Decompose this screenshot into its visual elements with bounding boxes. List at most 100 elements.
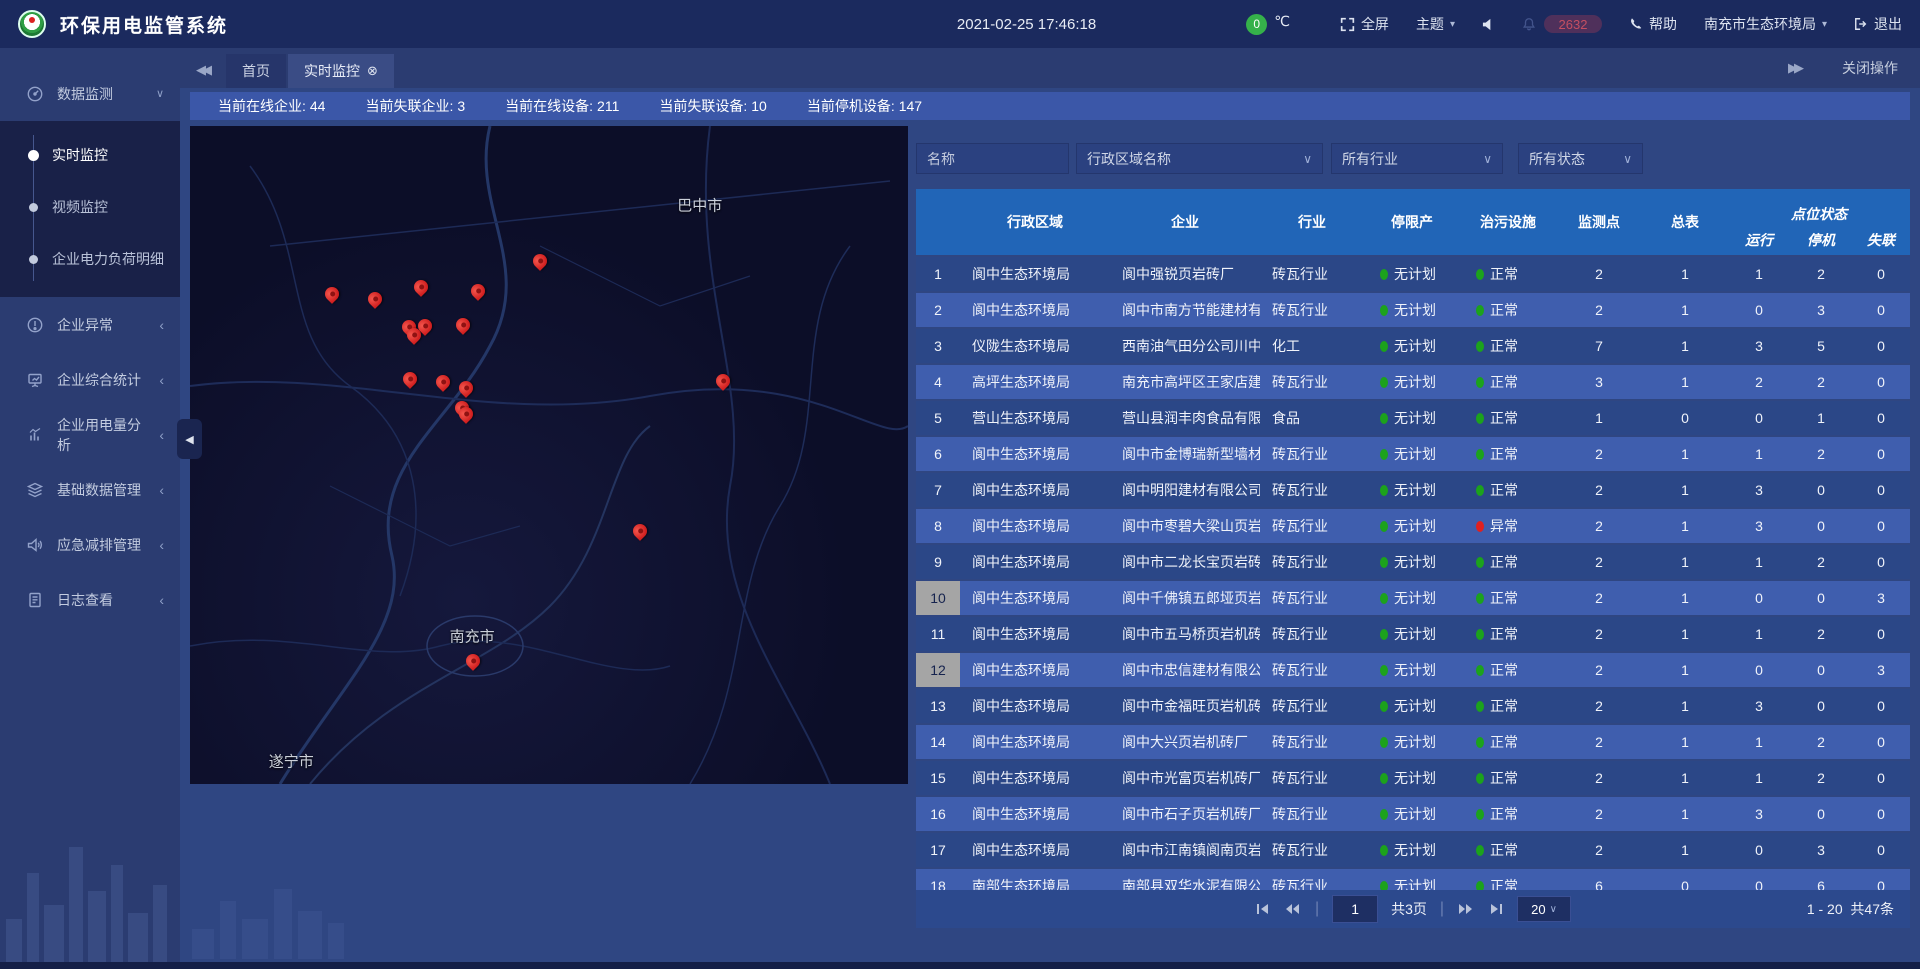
table-row[interactable]: 6阆中生态环境局阆中市金博瑞新型墙材砖瓦行业无计划正常21120 (916, 437, 1910, 471)
cell-run: 3 (1728, 338, 1790, 354)
cell-points: 2 (1556, 662, 1642, 678)
cell-lost: 0 (1852, 842, 1910, 858)
help-button[interactable]: 帮助 (1629, 14, 1677, 34)
tab-realtime-monitor[interactable]: 实时监控 ⊗ (288, 54, 394, 88)
map-panel[interactable]: 巴中市南充市遂宁市 (190, 126, 908, 784)
cell-company: 阆中大兴页岩机砖厂 (1110, 732, 1260, 752)
sidebar-item-power-analysis[interactable]: 企业用电量分析 ‹ (0, 407, 180, 462)
table-row[interactable]: 7阆中生态环境局阆中明阳建材有限公司砖瓦行业无计划正常21300 (916, 473, 1910, 507)
sidebar-item-emergency-reduction[interactable]: 应急减排管理 ‹ (0, 517, 180, 572)
table-row[interactable]: 15阆中生态环境局阆中市光富页岩机砖厂砖瓦行业无计划正常21120 (916, 761, 1910, 795)
cell-limit-status: 无计划 (1364, 876, 1460, 890)
cell-region: 仪陇生态环境局 (960, 336, 1110, 356)
table-row[interactable]: 16阆中生态环境局阆中市石子页岩机砖厂砖瓦行业无计划正常21300 (916, 797, 1910, 831)
cell-industry: 砖瓦行业 (1260, 624, 1364, 644)
org-dropdown[interactable]: 南充市生态环境局 ▾ (1704, 14, 1827, 34)
status-dot-icon (1380, 305, 1388, 316)
notifications-button[interactable]: 2632 (1522, 15, 1602, 33)
cell-facility-status: 正常 (1460, 732, 1556, 752)
cell-meters: 1 (1642, 554, 1728, 570)
table-row[interactable]: 4高坪生态环境局南充市高坪区王家店建砖瓦行业无计划正常31220 (916, 365, 1910, 399)
cell-meters: 1 (1642, 446, 1728, 462)
sidebar-item-video-monitor[interactable]: 视频监控 (0, 181, 180, 233)
sidebar-item-realtime-monitor[interactable]: 实时监控 (0, 129, 180, 181)
table-row[interactable]: 1阆中生态环境局阆中强锐页岩砖厂砖瓦行业无计划正常21120 (916, 257, 1910, 291)
close-operations-button[interactable]: 关闭操作 (1842, 58, 1898, 78)
cell-region: 阆中生态环境局 (960, 624, 1110, 644)
sidebar-item-log-view[interactable]: 日志查看 ‹ (0, 572, 180, 627)
fullscreen-button[interactable]: 全屏 (1340, 14, 1389, 34)
cell-facility-status: 正常 (1460, 588, 1556, 608)
table-row[interactable]: 14阆中生态环境局阆中大兴页岩机砖厂砖瓦行业无计划正常21120 (916, 725, 1910, 759)
table-row[interactable]: 18南部生态环境局南部县双华水泥有限公砖瓦行业无计划正常60060 (916, 869, 1910, 890)
sidebar-item-data-monitoring[interactable]: 数据监测 ∨ (0, 66, 180, 121)
cell-region: 营山生态环境局 (960, 408, 1110, 428)
industry-select[interactable]: 所有行业∨ (1331, 143, 1503, 174)
status-dot-icon (1380, 485, 1388, 496)
table-row[interactable]: 17阆中生态环境局阆中市江南镇阆南页岩砖瓦行业无计划正常21030 (916, 833, 1910, 867)
col-company: 企业 (1110, 212, 1260, 232)
sidebar-item-company-abnormal[interactable]: 企业异常 ‹ (0, 297, 180, 352)
cell-industry: 砖瓦行业 (1260, 516, 1364, 536)
page-number-input[interactable] (1332, 895, 1378, 923)
table-row[interactable]: 8阆中生态环境局阆中市枣碧大梁山页岩砖瓦行业无计划异常21300 (916, 509, 1910, 543)
tabs-scroll-left-button[interactable]: ◀◀ (196, 62, 208, 78)
sidebar-item-power-load-detail[interactable]: 企业电力负荷明细 (0, 233, 180, 285)
close-icon[interactable]: ⊗ (367, 63, 378, 79)
cell-industry: 砖瓦行业 (1260, 480, 1364, 500)
table-row[interactable]: 13阆中生态环境局阆中市金福旺页岩机砖砖瓦行业无计划正常21300 (916, 689, 1910, 723)
panels: 巴中市南充市遂宁市 ◀ 行政区域名称∨ 所有行业∨ 所有状态∨ 行政区域 企业 … (180, 122, 1920, 969)
cell-points: 2 (1556, 554, 1642, 570)
cell-region: 阆中生态环境局 (960, 660, 1110, 680)
status-dot-icon (1380, 881, 1388, 891)
cell-lost: 3 (1852, 590, 1910, 606)
cell-facility-status: 正常 (1460, 444, 1556, 464)
cell-run: 1 (1728, 446, 1790, 462)
cell-industry: 砖瓦行业 (1260, 588, 1364, 608)
cell-company: 阆中市金博瑞新型墙材 (1110, 444, 1260, 464)
sidebar-item-company-statistics[interactable]: 企业综合统计 ‹ (0, 352, 180, 407)
mute-button[interactable] (1482, 18, 1495, 31)
last-page-button[interactable] (1488, 902, 1504, 916)
cell-company: 阆中千佛镇五郎垭页岩 (1110, 588, 1260, 608)
tab-home[interactable]: 首页 (226, 54, 286, 88)
table-row[interactable]: 11阆中生态环境局阆中市五马桥页岩机砖砖瓦行业无计划正常21120 (916, 617, 1910, 651)
status-select[interactable]: 所有状态∨ (1518, 143, 1643, 174)
right-panel: 行政区域名称∨ 所有行业∨ 所有状态∨ 行政区域 企业 行业 停限产 治污设施 … (916, 143, 1910, 928)
tabs-scroll-right-button[interactable]: ▶▶ (1788, 60, 1800, 76)
table-row[interactable]: 9阆中生态环境局阆中市二龙长宝页岩砖砖瓦行业无计划正常21120 (916, 545, 1910, 579)
table-row[interactable]: 10阆中生态环境局阆中千佛镇五郎垭页岩砖瓦行业无计划正常21003 (916, 581, 1910, 615)
table-row[interactable]: 2阆中生态环境局阆中市南方节能建材有砖瓦行业无计划正常21030 (916, 293, 1910, 327)
cell-region: 高坪生态环境局 (960, 372, 1110, 392)
name-search-input[interactable] (916, 143, 1069, 174)
presentation-icon (26, 371, 44, 389)
next-page-button[interactable] (1457, 902, 1475, 916)
cell-facility-status: 正常 (1460, 264, 1556, 284)
cell-stop: 2 (1790, 626, 1852, 642)
table-row[interactable]: 3仪陇生态环境局西南油气田分公司川中化工无计划正常71350 (916, 329, 1910, 363)
map-collapse-button[interactable]: ◀ (177, 419, 202, 459)
cell-lost: 0 (1852, 446, 1910, 462)
table-row[interactable]: 5营山生态环境局营山县润丰肉食品有限食品无计划正常10010 (916, 401, 1910, 435)
cell-facility-status: 正常 (1460, 408, 1556, 428)
theme-dropdown[interactable]: 主题 ▾ (1416, 14, 1455, 34)
cell-run: 3 (1728, 518, 1790, 534)
cell-points: 6 (1556, 878, 1642, 890)
stat-lost-devices: 当前失联设备:10 (659, 96, 766, 116)
sidebar-item-base-data[interactable]: 基础数据管理 ‹ (0, 462, 180, 517)
table-row[interactable]: 12阆中生态环境局阆中市忠信建材有限公砖瓦行业无计划正常21003 (916, 653, 1910, 687)
first-page-button[interactable] (1255, 902, 1271, 916)
col-meters: 总表 (1642, 212, 1728, 232)
prev-page-button[interactable] (1284, 902, 1302, 916)
cell-industry: 砖瓦行业 (1260, 696, 1364, 716)
datetime-label: 2021-02-25 17:46:18 (957, 16, 1096, 33)
cell-lost: 0 (1852, 698, 1910, 714)
region-select[interactable]: 行政区域名称∨ (1076, 143, 1323, 174)
cell-company: 阆中市江南镇阆南页岩 (1110, 840, 1260, 860)
status-dot-icon (1380, 701, 1388, 712)
cell-run: 0 (1728, 590, 1790, 606)
logout-button[interactable]: 退出 (1854, 14, 1902, 34)
cell-run: 1 (1728, 554, 1790, 570)
cell-points: 2 (1556, 482, 1642, 498)
page-size-select[interactable]: 20∨ (1517, 896, 1571, 922)
